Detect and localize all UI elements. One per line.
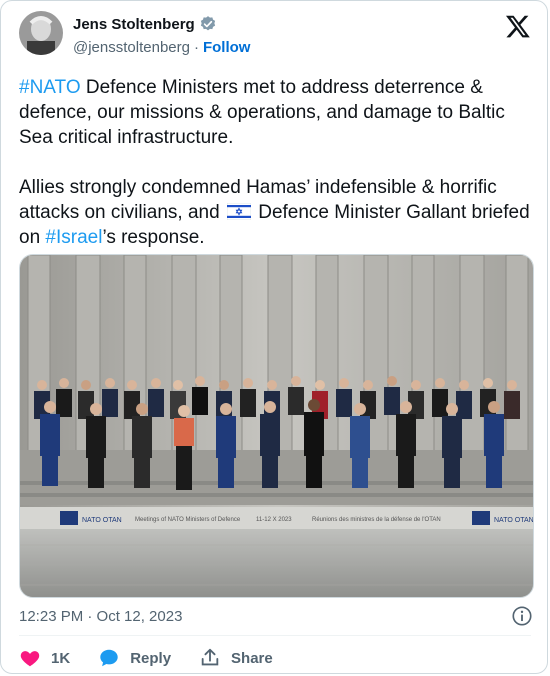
follow-button[interactable]: Follow [203,39,251,56]
share-label: Share [231,649,273,667]
author-name-row: Jens Stoltenberg [73,15,217,33]
heart-icon [20,651,40,667]
photo-banner-mid-text: 11-12 X 2023 [256,517,292,523]
tweet-text-p1: Defence Ministers met to address deterre… [19,77,505,148]
author-handle[interactable]: @jensstoltenberg [73,39,190,56]
reply-button[interactable]: Reply [98,647,171,669]
photo-logo-left: NATO OTAN [82,517,122,524]
photo-banner-left-text: Meetings of NATO Ministers of Defence [135,517,241,523]
tweet-card: Jens Stoltenberg @jensstoltenberg · Foll… [0,0,548,674]
hashtag-nato-link[interactable]: #NATO [19,77,81,98]
tweet-text-p2c: ’s response. [102,227,205,248]
reply-label: Reply [130,649,172,667]
like-count: 1K [51,649,71,667]
tweet-timestamp[interactable]: 12:23 PM · Oct 12, 2023 [19,608,182,625]
verified-badge-icon [200,16,215,31]
x-logo-icon[interactable] [505,13,531,39]
photo-logo-right: NATO OTAN [494,517,534,524]
tweet-paragraph-2: Allies strongly condemned Hamas’ indefen… [19,175,531,250]
author-display-name[interactable]: Jens Stoltenberg [73,16,195,33]
action-bar: 1K Reply Share [19,647,301,669]
handle-separator: · [193,39,199,56]
tweet-photo[interactable]: NATO OTAN Meetings of NATO Ministers of … [19,254,534,598]
info-icon[interactable] [511,605,533,627]
avatar[interactable] [19,11,63,55]
actions-divider [19,635,531,636]
share-button[interactable]: Share [199,647,273,669]
tweet-text: #NATO Defence Ministers met to address d… [19,75,531,250]
author-handle-row: @jensstoltenberg · Follow [73,39,250,56]
israel-flag-icon [226,203,251,220]
tweet-paragraph-1: #NATO Defence Ministers met to address d… [19,75,531,150]
photo-banner-right-text: Réunions des ministres de la défense de … [312,517,441,523]
reply-bubble-icon [100,649,118,667]
like-button[interactable]: 1K [19,647,70,669]
hashtag-israel-link[interactable]: #Israel [45,227,102,248]
share-icon [201,648,219,666]
